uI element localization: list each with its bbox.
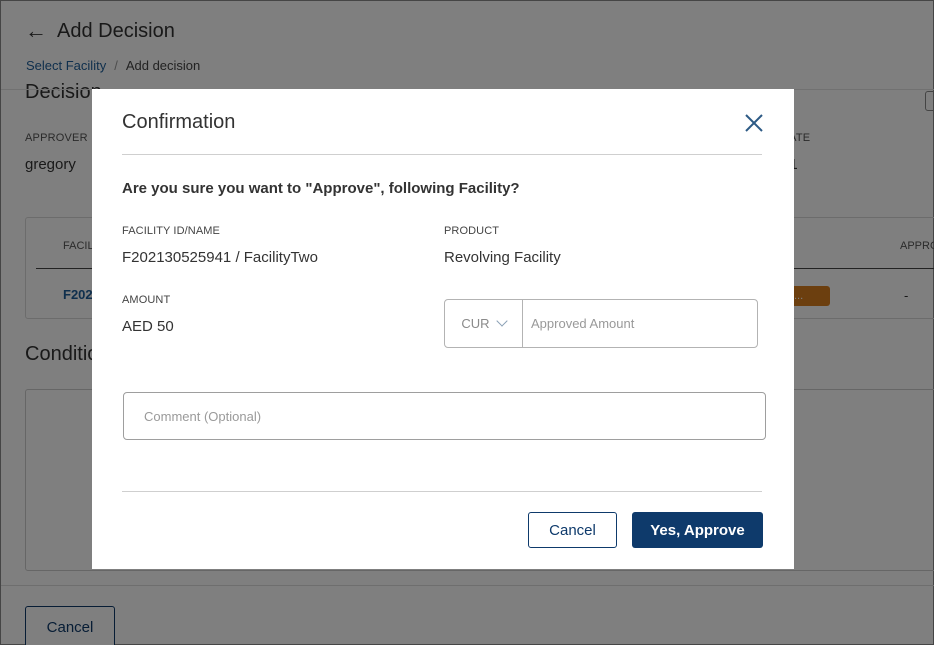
facility-id-label: FACILITY ID/NAME bbox=[122, 225, 220, 237]
comment-input[interactable] bbox=[123, 392, 766, 440]
modal-header-divider bbox=[122, 154, 762, 155]
currency-select[interactable]: CUR bbox=[445, 300, 523, 347]
modal-footer-divider bbox=[122, 491, 762, 492]
approved-amount-group: CUR bbox=[444, 299, 758, 348]
facility-id-value: F202130525941 / FacilityTwo bbox=[122, 249, 318, 266]
amount-label: AMOUNT bbox=[122, 294, 171, 306]
modal-title: Confirmation bbox=[122, 111, 236, 133]
product-label: PRODUCT bbox=[444, 225, 500, 237]
close-icon[interactable] bbox=[742, 111, 766, 135]
close-icon-glyph bbox=[745, 114, 763, 132]
approve-button[interactable]: Yes, Approve bbox=[632, 512, 763, 548]
approved-amount-input[interactable] bbox=[523, 300, 757, 347]
amount-value: AED 50 bbox=[122, 318, 174, 335]
cancel-button[interactable]: Cancel bbox=[528, 512, 617, 548]
confirmation-modal: Confirmation Are you sure you want to "A… bbox=[92, 89, 794, 569]
confirmation-question: Are you sure you want to "Approve", foll… bbox=[122, 180, 520, 197]
chevron-down-icon bbox=[495, 314, 508, 327]
currency-select-value: CUR bbox=[461, 316, 490, 331]
product-value: Revolving Facility bbox=[444, 249, 561, 266]
